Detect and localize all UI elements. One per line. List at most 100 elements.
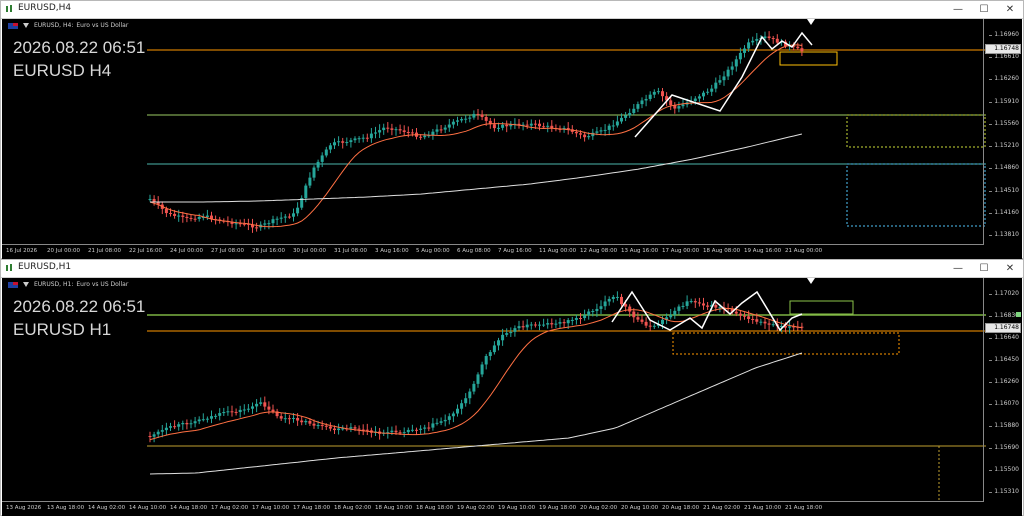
candle-body <box>751 40 755 43</box>
time-tick-label: 18 Aug 10:00 <box>375 505 413 511</box>
candle-body <box>685 301 689 306</box>
window-titlebar[interactable]: EURUSD,H4 — ☐ ✕ <box>1 1 1023 19</box>
candle-body <box>279 217 283 219</box>
candle-body <box>185 422 189 425</box>
candle-body <box>677 106 681 109</box>
candle-body <box>517 326 521 329</box>
chart-window-h4[interactable]: EURUSD,H4 — ☐ ✕ EURUSD, H4: Euro vs US D… <box>0 0 1024 259</box>
candle-body <box>788 326 792 328</box>
price-tick-label: 1.16260 <box>989 75 1019 83</box>
close-button[interactable]: ✕ <box>997 1 1023 18</box>
candle-body <box>579 318 582 320</box>
candle-body <box>599 130 603 132</box>
candle-body <box>402 130 406 132</box>
candle-body <box>652 91 656 95</box>
candle-body <box>357 138 361 140</box>
candle-body <box>456 408 459 414</box>
price-axis[interactable]: 1.17020 1.16830 1.16640 1.16450 1.16260 1.160… <box>983 278 1022 502</box>
candle-body <box>554 323 558 325</box>
candle-body <box>169 213 172 215</box>
chart-window-icon <box>6 264 12 271</box>
price-plot[interactable] <box>2 278 986 502</box>
time-tick-label: 17 Aug 10:00 <box>252 505 290 511</box>
candle-body <box>595 131 599 133</box>
candle-body <box>197 216 201 219</box>
candle-body <box>734 59 738 67</box>
chart-window-h1[interactable]: EURUSD,H1 — ☐ ✕ EURUSD, H1: Euro vs US D… <box>0 259 1024 516</box>
candle-body <box>205 215 209 217</box>
candle-body <box>333 142 336 146</box>
candle-body <box>337 141 341 143</box>
maximize-button[interactable]: ☐ <box>971 260 997 277</box>
candle-body <box>533 324 537 326</box>
candle-body <box>435 422 439 424</box>
candle-body <box>546 323 550 325</box>
time-tick-label: 17 Aug 02:00 <box>211 505 249 511</box>
price-axis[interactable]: 1.16960 1.16610 1.16260 1.15910 1.15560 1.152… <box>983 19 1022 245</box>
price-tick-label: 1.15910 <box>989 97 1019 105</box>
candle-body <box>456 120 459 122</box>
candle-body <box>743 48 746 53</box>
candle-body <box>185 216 189 218</box>
candle-body <box>468 391 472 399</box>
candle-body <box>443 127 447 130</box>
chart-shift-marker[interactable] <box>807 19 815 25</box>
candle-body <box>681 305 685 307</box>
candle-body <box>316 425 320 427</box>
maximize-button[interactable]: ☐ <box>971 1 997 18</box>
price-tick-label: 1.14510 <box>989 186 1019 194</box>
candle-body <box>620 117 623 122</box>
minimize-button[interactable]: — <box>945 260 971 277</box>
time-tick-label: 12 Aug 08:00 <box>580 248 618 254</box>
time-tick-label: 24 Jul 00:00 <box>170 248 203 254</box>
chart-shift-marker[interactable] <box>807 278 815 284</box>
price-plot[interactable] <box>2 19 986 245</box>
candle-body <box>579 133 582 135</box>
candle-body <box>365 429 369 431</box>
candle-body <box>492 124 496 129</box>
time-tick-label: 3 Aug 16:00 <box>375 248 409 254</box>
candle-body <box>419 428 423 430</box>
candle-body <box>300 420 304 423</box>
time-tick-label: 21 Aug 02:00 <box>703 505 741 511</box>
candle-body <box>755 319 759 322</box>
minimize-button[interactable]: — <box>945 1 971 18</box>
candle-body <box>324 149 328 156</box>
selected-object-marker[interactable] <box>1016 312 1021 317</box>
candle-body <box>640 100 644 105</box>
candle-body <box>771 324 775 326</box>
candle-body <box>287 418 291 420</box>
candle-body <box>533 123 537 125</box>
chart-area-h1[interactable]: EURUSD, H1: Euro vs US Dollar 2026.08.22… <box>2 278 1022 516</box>
candle-body <box>570 319 574 321</box>
candle-body <box>607 298 611 302</box>
zone-rectangle <box>789 300 854 315</box>
candle-body <box>730 66 734 70</box>
price-tick-label: 1.16640 <box>989 334 1019 341</box>
time-tick-label: 31 Jul 08:00 <box>334 248 367 254</box>
candle-body <box>279 416 283 419</box>
candle-body <box>218 413 222 416</box>
time-axis[interactable]: 13 Aug 2026 13 Aug 18:00 14 Aug 02:00 14 Au… <box>2 501 984 516</box>
time-tick-label: 19 Aug 18:00 <box>539 505 577 511</box>
candle-body <box>513 328 517 332</box>
time-tick-label: 18 Aug 08:00 <box>703 248 741 254</box>
candle-body <box>210 416 213 419</box>
candle-body <box>292 213 295 217</box>
candle-body <box>538 123 541 127</box>
window-titlebar[interactable]: EURUSD,H1 — ☐ ✕ <box>1 260 1023 278</box>
time-tick-label: 14 Aug 02:00 <box>88 505 126 511</box>
chart-area-h4[interactable]: EURUSD, H4: Euro vs US Dollar 2026.08.22… <box>2 19 1022 259</box>
candle-body <box>267 406 271 410</box>
time-axis[interactable]: 16 Jul 2026 20 Jul 00:00 21 Jul 08:00 22 Ju… <box>2 244 984 259</box>
close-button[interactable]: ✕ <box>997 260 1023 277</box>
candle-body <box>497 340 500 346</box>
candle-body <box>673 310 677 315</box>
candle-body <box>628 112 632 116</box>
time-tick-label: 17 Aug 00:00 <box>662 248 700 254</box>
candle-body <box>406 131 410 133</box>
candle-body <box>640 319 644 322</box>
candle-body <box>427 427 431 429</box>
candle-body <box>468 117 472 119</box>
candle-body <box>304 420 308 423</box>
